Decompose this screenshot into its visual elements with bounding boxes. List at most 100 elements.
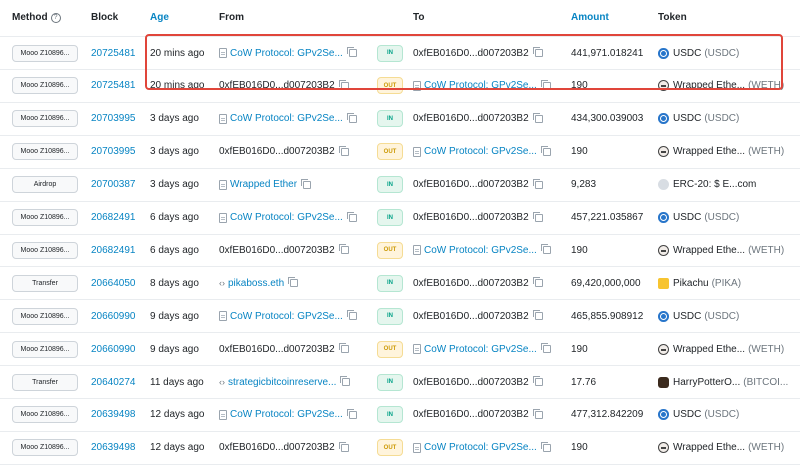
method-badge[interactable]: Transfer	[12, 373, 78, 391]
block-link[interactable]: 20640274	[91, 366, 136, 398]
from-address[interactable]: CoW Protocol: GPv2Se...	[230, 113, 343, 124]
method-badge[interactable]: Mooo Z10896...	[12, 143, 78, 161]
copy-icon[interactable]	[540, 244, 551, 255]
copy-icon[interactable]	[532, 178, 543, 189]
copy-icon[interactable]	[532, 112, 543, 123]
to-address[interactable]: 0xfEB016D0...d007203B2	[413, 179, 529, 190]
from-address[interactable]: strategicbitcoinreserve...	[228, 377, 336, 388]
to-address[interactable]: CoW Protocol: GPv2Se...	[424, 442, 537, 453]
token-symbol: (WETH)	[748, 80, 785, 92]
copy-icon[interactable]	[340, 376, 351, 386]
method-badge[interactable]: Mooo Z10896...	[12, 77, 78, 95]
method-badge[interactable]: Mooo Z10896...	[12, 406, 78, 424]
from-address[interactable]: CoW Protocol: GPv2Se...	[230, 409, 343, 420]
to-address[interactable]: CoW Protocol: GPv2Se...	[424, 245, 537, 256]
method-badge[interactable]: Transfer	[12, 274, 78, 292]
help-icon[interactable]: ?	[50, 13, 61, 23]
method-badge[interactable]: Mooo Z10896...	[12, 439, 78, 457]
from-address[interactable]: CoW Protocol: GPv2Se...	[230, 311, 343, 322]
copy-icon[interactable]	[532, 408, 543, 419]
from-address[interactable]: 0xfEB016D0...d007203B2	[219, 344, 335, 355]
method-badge[interactable]: Mooo Z10896...	[12, 340, 78, 358]
to-address[interactable]: 0xfEB016D0...d007203B2	[413, 48, 529, 59]
to-address[interactable]: CoW Protocol: GPv2Se...	[424, 80, 537, 91]
from-address[interactable]: Wrapped Ether	[230, 179, 297, 190]
to-address[interactable]: 0xfEB016D0...d007203B2	[413, 278, 529, 289]
copy-icon[interactable]	[288, 277, 299, 288]
to-address[interactable]: 0xfEB016D0...d007203B2	[413, 311, 529, 322]
token-name-link[interactable]: USDC	[673, 212, 701, 223]
amount-text: 17.76	[571, 376, 597, 388]
token-name-link[interactable]: Wrapped Ethe...	[673, 80, 745, 91]
token-name-link[interactable]: USDC	[673, 48, 701, 59]
copy-icon[interactable]	[301, 178, 312, 189]
copy-icon[interactable]	[338, 244, 349, 255]
block-link[interactable]: 20703995	[91, 136, 136, 168]
block-link[interactable]: 20725481	[91, 37, 136, 69]
copy-icon[interactable]	[540, 79, 551, 90]
token-name-link[interactable]: USDC	[673, 311, 701, 322]
to-address[interactable]: 0xfEB016D0...d007203B2	[413, 212, 529, 223]
token-name-link[interactable]: Wrapped Ethe...	[673, 344, 745, 355]
block-link[interactable]: 20639498	[91, 432, 136, 464]
block-link[interactable]: 20660990	[91, 333, 136, 365]
copy-icon[interactable]	[346, 112, 357, 123]
to-address[interactable]: CoW Protocol: GPv2Se...	[424, 146, 537, 157]
copy-icon[interactable]	[532, 47, 543, 57]
copy-icon[interactable]	[338, 441, 349, 452]
token-symbol: (WETH)	[748, 244, 785, 256]
copy-icon[interactable]	[540, 145, 551, 156]
block-link[interactable]: 20682491	[91, 234, 136, 266]
column-header-amount[interactable]: Amount	[571, 12, 609, 23]
from-address[interactable]: 0xfEB016D0...d007203B2	[219, 80, 335, 91]
method-badge[interactable]: Mooo Z10896...	[12, 241, 78, 259]
to-address[interactable]: 0xfEB016D0...d007203B2	[413, 409, 529, 420]
amount-text: 9,283	[571, 179, 597, 191]
copy-icon[interactable]	[540, 441, 551, 452]
method-badge[interactable]: Mooo Z10896...	[12, 209, 78, 226]
copy-icon[interactable]	[338, 343, 349, 354]
token-name-link[interactable]: Wrapped Ethe...	[673, 245, 745, 256]
from-address[interactable]: 0xfEB016D0...d007203B2	[219, 245, 335, 256]
from: CoW Protocol: GPv2Se...	[219, 300, 369, 332]
block-link[interactable]: 20639498	[91, 399, 136, 431]
from-address[interactable]: CoW Protocol: GPv2Se...	[230, 48, 343, 59]
from-address[interactable]: pikaboss.eth	[228, 278, 284, 289]
copy-icon[interactable]	[338, 79, 349, 90]
token-name-link[interactable]: HarryPotterO...	[673, 377, 740, 388]
copy-icon[interactable]	[346, 408, 357, 419]
copy-icon[interactable]	[532, 277, 543, 288]
token-name-link[interactable]: ERC-20: $ E...com	[673, 179, 756, 190]
to-address[interactable]: 0xfEB016D0...d007203B2	[413, 113, 529, 124]
method-badge[interactable]: Mooo Z10896...	[12, 307, 78, 325]
block-link[interactable]: 20703995	[91, 103, 136, 135]
token-name-link[interactable]: Pikachu	[673, 278, 709, 289]
block-link[interactable]: 20664050	[91, 267, 136, 299]
from-address[interactable]: 0xfEB016D0...d007203B2	[219, 442, 335, 453]
to-address[interactable]: CoW Protocol: GPv2Se...	[424, 344, 537, 355]
copy-icon[interactable]	[532, 211, 543, 222]
token-name-link[interactable]: Wrapped Ethe...	[673, 442, 745, 453]
copy-icon[interactable]	[532, 310, 543, 321]
copy-icon[interactable]	[346, 211, 357, 222]
to-address[interactable]: 0xfEB016D0...d007203B2	[413, 377, 529, 388]
block-link[interactable]: 20682491	[91, 202, 136, 234]
token-name-link[interactable]: USDC	[673, 409, 701, 420]
method-badge[interactable]: Mooo Z10896...	[12, 44, 78, 62]
from-address[interactable]: CoW Protocol: GPv2Se...	[230, 212, 343, 223]
block-link[interactable]: 20700387	[91, 169, 136, 201]
block-link[interactable]: 20660990	[91, 300, 136, 332]
method-badge[interactable]: Mooo Z10896...	[12, 110, 78, 128]
copy-icon[interactable]	[532, 376, 543, 386]
column-header-age[interactable]: Age	[150, 12, 169, 23]
from-address[interactable]: 0xfEB016D0...d007203B2	[219, 146, 335, 157]
method-badge[interactable]: Airdrop	[12, 176, 78, 194]
direction-cell: OUT	[377, 70, 403, 102]
copy-icon[interactable]	[346, 47, 357, 57]
token-name-link[interactable]: USDC	[673, 113, 701, 124]
copy-icon[interactable]	[346, 310, 357, 321]
block-link[interactable]: 20725481	[91, 70, 136, 102]
copy-icon[interactable]	[540, 343, 551, 354]
copy-icon[interactable]	[338, 145, 349, 156]
token-name-link[interactable]: Wrapped Ethe...	[673, 146, 745, 157]
